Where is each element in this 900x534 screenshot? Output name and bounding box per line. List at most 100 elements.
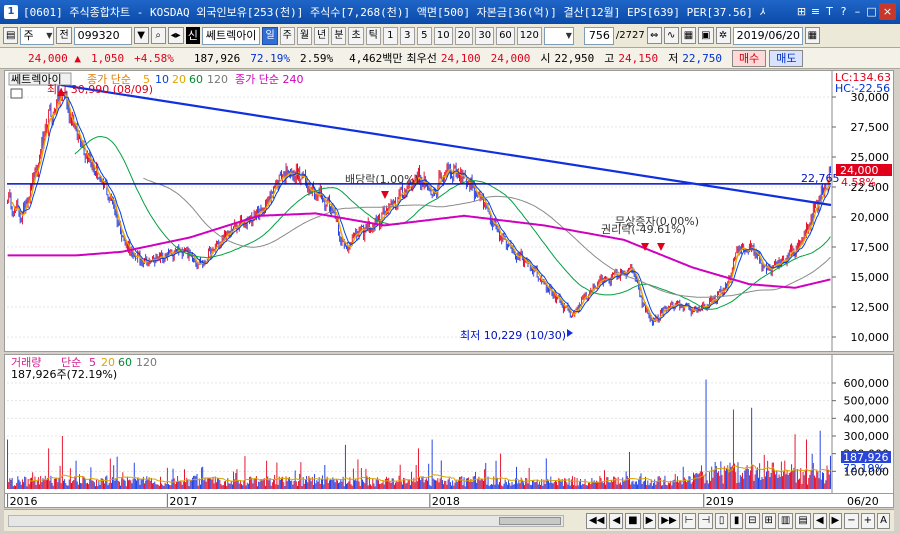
- win-layout-icon[interactable]: ≡: [809, 3, 822, 20]
- calendar-icon[interactable]: ▦: [804, 27, 821, 44]
- interval-20[interactable]: 20: [454, 26, 474, 45]
- prev-button[interactable]: 전: [56, 27, 72, 44]
- search-icon[interactable]: ⌕: [150, 27, 166, 44]
- line-tool-icon[interactable]: ⊣: [698, 513, 714, 529]
- win-help-icon[interactable]: ?: [837, 3, 850, 20]
- price-axis: 30,00027,50025,00022,50020,00017,50015,0…: [831, 71, 890, 351]
- volume-tick-label: 400,000: [844, 412, 890, 425]
- volume-tick-label: 500,000: [844, 395, 890, 408]
- period-second[interactable]: 초: [348, 26, 364, 45]
- window-controls: ⊞ ≡ T ? – □ ×: [795, 3, 896, 20]
- interval-30[interactable]: 30: [475, 26, 495, 45]
- price-tick-label: 20,000: [851, 211, 890, 224]
- mode-select[interactable]: 주 ▼: [20, 26, 55, 45]
- sell-button[interactable]: 매도: [769, 49, 804, 67]
- quote-bar: 24,000 ▲ 1,050 +4.58% 187,926 72.19% 2.5…: [0, 48, 900, 69]
- stop-icon[interactable]: ■: [625, 513, 641, 529]
- chart-nav-buttons: ◀◀ ◀ ■ ▶ ▶▶ ⊢ ⊣ ▯ ▮ ⊟ ⊞ ▥ ▤ ◀ ▶ − + A: [586, 513, 890, 529]
- price-chart-panel[interactable]: 30,000 27,500 25,000 22,500 20,000 17,500 15,0…: [4, 70, 894, 352]
- period-day[interactable]: 일: [262, 26, 278, 45]
- interval-1[interactable]: 1: [382, 26, 398, 45]
- win-maximize-icon[interactable]: □: [865, 3, 878, 20]
- title-bar: 1 [0601] 주식종합차트 - KOSDAQ 외국인보유[253(천)] 주…: [0, 0, 900, 24]
- price-tick-label: 25,000: [851, 151, 890, 164]
- draw-tool-icon[interactable]: ∿: [663, 27, 679, 44]
- zoom-in-icon[interactable]: +: [860, 513, 875, 529]
- low-price: 22,750: [682, 51, 722, 65]
- new-listing-badge: 신: [185, 27, 200, 44]
- ma120-line: [143, 177, 831, 298]
- period-tick[interactable]: 틱: [365, 26, 381, 45]
- layout-icon[interactable]: ⊞: [761, 513, 776, 529]
- hc-label: HC:-22.56: [835, 82, 890, 95]
- panel-toggle-icon[interactable]: [10, 88, 23, 99]
- scroll-left-icon[interactable]: ◀: [812, 513, 827, 529]
- price-grid: [7, 96, 831, 338]
- code-dropdown-icon[interactable]: ▼: [133, 27, 149, 44]
- scroll-right-icon[interactable]: ▶: [828, 513, 843, 529]
- period-week[interactable]: 주: [279, 26, 295, 45]
- chart-scrollbar[interactable]: [8, 515, 564, 527]
- gear-icon[interactable]: ✲: [715, 27, 731, 44]
- stock-name: 쎄트렉아이: [201, 26, 261, 45]
- ma10-legend: 10: [155, 73, 169, 86]
- period-minute[interactable]: 분: [331, 26, 347, 45]
- x-axis-date: 06/20: [847, 495, 879, 507]
- split-icon[interactable]: ⊟: [745, 513, 760, 529]
- interval-10[interactable]: 10: [433, 26, 453, 45]
- ma10-line: [17, 96, 831, 320]
- interval-5[interactable]: 5: [416, 26, 432, 45]
- turnover-rate: 2.59%: [299, 51, 334, 65]
- price-change-pct: +4.58%: [134, 51, 174, 65]
- win-pin-icon[interactable]: ⊞: [795, 3, 808, 20]
- last-icon[interactable]: ▶▶: [658, 513, 680, 529]
- open-price: 22,950: [554, 51, 595, 65]
- indicator-icon[interactable]: ▥: [777, 513, 794, 529]
- stock-code-input[interactable]: [73, 26, 132, 45]
- bar-count-field[interactable]: 756: [583, 26, 614, 45]
- interval-3[interactable]: 3: [399, 26, 415, 45]
- window-title: [0601] 주식종합차트 - KOSDAQ 외국인보유[253(천)] 주식수…: [23, 6, 765, 19]
- high-label: 고: [604, 52, 615, 65]
- zoom-out-icon[interactable]: −: [844, 513, 859, 529]
- win-font-icon[interactable]: T: [823, 3, 836, 20]
- interval-60[interactable]: 60: [496, 26, 515, 45]
- chart-scroll-thumb[interactable]: [499, 517, 561, 525]
- candle-icon[interactable]: ▮: [730, 513, 744, 529]
- win-close-icon[interactable]: ×: [879, 3, 896, 20]
- first-icon[interactable]: ◀◀: [586, 513, 608, 529]
- period-month[interactable]: 월: [296, 26, 313, 45]
- price-tick-label: 12,500: [851, 301, 890, 314]
- x-tick-label: 2017: [169, 495, 197, 507]
- volume-chart-panel[interactable]: 600,000500,000400,000300,000200,000100,0…: [4, 354, 894, 494]
- vol-ma60-legend: 60: [118, 356, 132, 369]
- next-icon[interactable]: ▶: [642, 513, 657, 529]
- date-field[interactable]: 2019/06/20: [732, 26, 803, 45]
- volume-tag-pct: 72.19%: [843, 462, 885, 475]
- interval-120[interactable]: 120: [516, 26, 542, 45]
- price-annotations: [7, 83, 832, 337]
- grid-icon[interactable]: ▦: [680, 27, 697, 44]
- trade-amount: 4,462백만: [349, 52, 403, 65]
- period-year[interactable]: 년: [314, 26, 330, 45]
- ma60-legend: 60: [189, 73, 203, 86]
- price-chart-svg[interactable]: 30,00027,50025,00022,50020,00017,50015,0…: [5, 71, 893, 351]
- volume-value: 187,926: [193, 51, 241, 65]
- speaker-icon[interactable]: ◂▸: [167, 27, 184, 44]
- interval-select[interactable]: ▼: [543, 26, 574, 45]
- x-tick-label: 2016: [10, 495, 38, 507]
- prev-icon[interactable]: ◀: [609, 513, 624, 529]
- save-icon[interactable]: ▣: [698, 27, 714, 44]
- buy-button[interactable]: 매수: [731, 49, 767, 67]
- zoom-icon[interactable]: ⇔: [646, 27, 662, 44]
- current-pct-label: 4.58%: [841, 176, 876, 189]
- ma60-line: [74, 135, 831, 310]
- volume-grid: [7, 382, 831, 472]
- text-icon[interactable]: A: [877, 513, 890, 529]
- crosshair-icon[interactable]: ⊢: [681, 513, 697, 529]
- chart-type-icon[interactable]: ▯: [715, 513, 729, 529]
- volume-chart-svg[interactable]: 600,000500,000400,000300,000200,000100,0…: [5, 355, 893, 493]
- win-minimize-icon[interactable]: –: [851, 3, 864, 20]
- chart-settings-icon[interactable]: ▤: [3, 27, 19, 44]
- compare-icon[interactable]: ▤: [795, 513, 811, 529]
